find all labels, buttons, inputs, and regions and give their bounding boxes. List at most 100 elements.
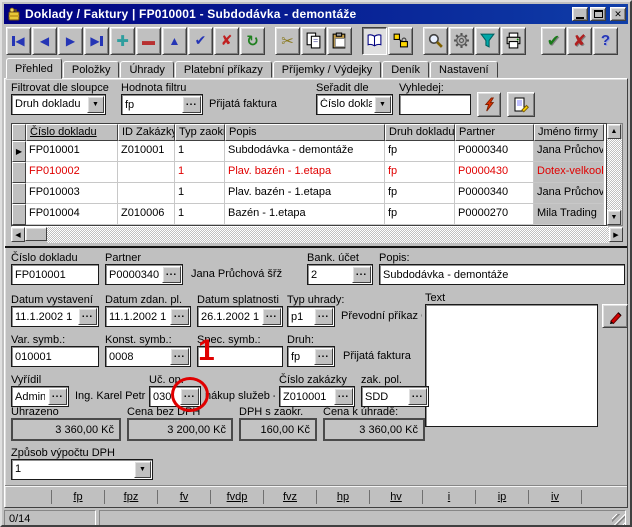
cell[interactable]: FP010001 <box>26 141 118 162</box>
link-iv[interactable]: iv <box>528 490 581 504</box>
tab-platebni-prikazy[interactable]: Platební příkazy <box>175 61 272 78</box>
browse-mode-button[interactable] <box>362 27 387 55</box>
var-symb-input[interactable] <box>14 349 95 364</box>
datum-zdan-input[interactable] <box>108 309 168 324</box>
datum-splatnosti-picker-button[interactable]: ... <box>262 308 281 325</box>
discard-button[interactable]: ✘ <box>567 27 592 55</box>
row-selector[interactable]: ▶ <box>12 141 26 162</box>
link-hp[interactable]: hp <box>316 490 369 504</box>
datum-vystaveni-field[interactable]: ... <box>11 306 99 327</box>
search-button[interactable] <box>423 27 448 55</box>
typ-uhrady-input[interactable] <box>290 309 312 324</box>
popis-input[interactable] <box>382 267 621 282</box>
last-record-button[interactable]: ▶ <box>84 27 109 55</box>
table-row[interactable]: ▶ FP010001 Z010001 1 Subdodávka - demont… <box>12 141 606 162</box>
cell[interactable]: Dotex-velkoob <box>534 162 604 183</box>
search-input[interactable] <box>402 97 467 112</box>
datum-vystaveni-input[interactable] <box>14 309 76 324</box>
add-record-button[interactable]: ✚ <box>110 27 135 55</box>
konst-symb-field[interactable]: ... <box>105 346 191 367</box>
datum-vystaveni-picker-button[interactable]: ... <box>78 308 97 325</box>
datum-zdan-field[interactable]: ... <box>105 306 191 327</box>
text-area[interactable] <box>425 304 598 427</box>
vyridil-field[interactable]: ... <box>11 386 69 407</box>
filter-button[interactable] <box>475 27 500 55</box>
print-button[interactable] <box>501 27 526 55</box>
tab-nastaveni[interactable]: Nastavení <box>430 61 498 78</box>
link-i[interactable]: i <box>422 490 475 504</box>
scroll-right-button[interactable]: ▶ <box>609 227 623 242</box>
cell[interactable]: fp <box>385 141 455 162</box>
delete-record-button[interactable]: ▬ <box>136 27 161 55</box>
scroll-thumb[interactable] <box>25 227 47 241</box>
scroll-track[interactable] <box>607 139 622 210</box>
col-header-partner[interactable]: Partner <box>455 124 534 141</box>
scroll-track[interactable] <box>47 227 609 243</box>
edit-text-button[interactable] <box>602 304 628 328</box>
filter-value-input[interactable] <box>124 97 180 112</box>
maximize-button[interactable] <box>590 7 606 21</box>
druh-field[interactable]: ... <box>287 346 335 367</box>
copy-button[interactable] <box>301 27 326 55</box>
row-selector[interactable] <box>12 204 26 225</box>
help-button[interactable]: ? <box>593 27 618 55</box>
cislo-dokladu-input[interactable] <box>14 267 95 282</box>
filter-value-picker-button[interactable]: ... <box>182 96 201 113</box>
cell[interactable]: Mila Trading <box>534 204 604 225</box>
prev-record-button[interactable]: ◀ <box>32 27 57 55</box>
filter-column-select[interactable]: Druh dokladu ▼ <box>11 94 106 115</box>
tab-denik[interactable]: Deník <box>382 61 429 78</box>
sort-select[interactable]: Číslo dokla ▼ <box>316 94 393 115</box>
cell[interactable]: P0000270 <box>455 204 534 225</box>
vyridil-picker-button[interactable]: ... <box>48 388 67 405</box>
row-selector[interactable] <box>12 183 26 204</box>
druh-picker-button[interactable]: ... <box>314 348 333 365</box>
bank-ucet-picker-button[interactable]: ... <box>352 266 371 283</box>
zpusob-dph-select[interactable]: 1 ▼ <box>11 459 153 480</box>
cell[interactable]: Subdodávka - demontáže <box>225 141 385 162</box>
cancel-record-button[interactable]: ✘ <box>214 27 239 55</box>
cell[interactable]: FP010003 <box>26 183 118 204</box>
dropdown-button[interactable]: ▼ <box>374 96 391 113</box>
cislo-zakazky-input[interactable] <box>282 389 332 404</box>
popis-field[interactable] <box>379 264 625 285</box>
cell[interactable]: Z010001 <box>118 141 175 162</box>
horizontal-scrollbar[interactable]: ◀ ▶ <box>11 227 623 243</box>
cell[interactable]: 1 <box>175 162 225 183</box>
cislo-zakazky-field[interactable]: ... <box>279 386 355 407</box>
minimize-button[interactable] <box>572 7 588 21</box>
dropdown-button[interactable]: ▼ <box>87 96 104 113</box>
datum-splatnosti-field[interactable]: ... <box>197 306 283 327</box>
cell[interactable]: P0000340 <box>455 183 534 204</box>
table-row[interactable]: FP010003 1 Plav. bazén - 1.etapa fp P000… <box>12 183 606 204</box>
link-hv[interactable]: hv <box>369 490 422 504</box>
cell[interactable]: FP010002 <box>26 162 118 183</box>
row-selector[interactable] <box>12 162 26 183</box>
scroll-up-button[interactable]: ▲ <box>607 124 621 139</box>
quick-search-button[interactable] <box>477 92 501 117</box>
link-fvdp[interactable]: fvdp <box>210 490 263 504</box>
edit-record-button[interactable]: ▲ <box>162 27 187 55</box>
paste-button[interactable] <box>327 27 352 55</box>
typ-uhrady-picker-button[interactable]: ... <box>314 308 333 325</box>
cislo-dokladu-field[interactable] <box>11 264 99 285</box>
cell[interactable]: 1 <box>175 204 225 225</box>
cut-button[interactable]: ✂ <box>275 27 300 55</box>
link-fp[interactable]: fp <box>51 490 104 504</box>
lock-records-button[interactable] <box>388 27 413 55</box>
cell[interactable]: Plav. bazén - 1.etapa <box>225 162 385 183</box>
tab-prehled[interactable]: Přehled <box>6 58 62 79</box>
cell[interactable]: 1 <box>175 141 225 162</box>
cell[interactable]: FP010004 <box>26 204 118 225</box>
col-header-id-zakazky[interactable]: ID Zakázky <box>118 124 175 141</box>
col-header-typ-zaokr[interactable]: Typ zaokr. <box>175 124 225 141</box>
partner-input[interactable] <box>108 267 160 282</box>
col-header-druh-dokladu[interactable]: Druh dokladu <box>385 124 455 141</box>
cell[interactable] <box>118 183 175 204</box>
resize-grip[interactable] <box>612 514 625 527</box>
cell[interactable]: P0000340 <box>455 141 534 162</box>
dropdown-button[interactable]: ▼ <box>134 461 151 478</box>
ok-button[interactable]: ✔ <box>541 27 566 55</box>
datum-zdan-picker-button[interactable]: ... <box>170 308 189 325</box>
cell[interactable]: fp <box>385 183 455 204</box>
